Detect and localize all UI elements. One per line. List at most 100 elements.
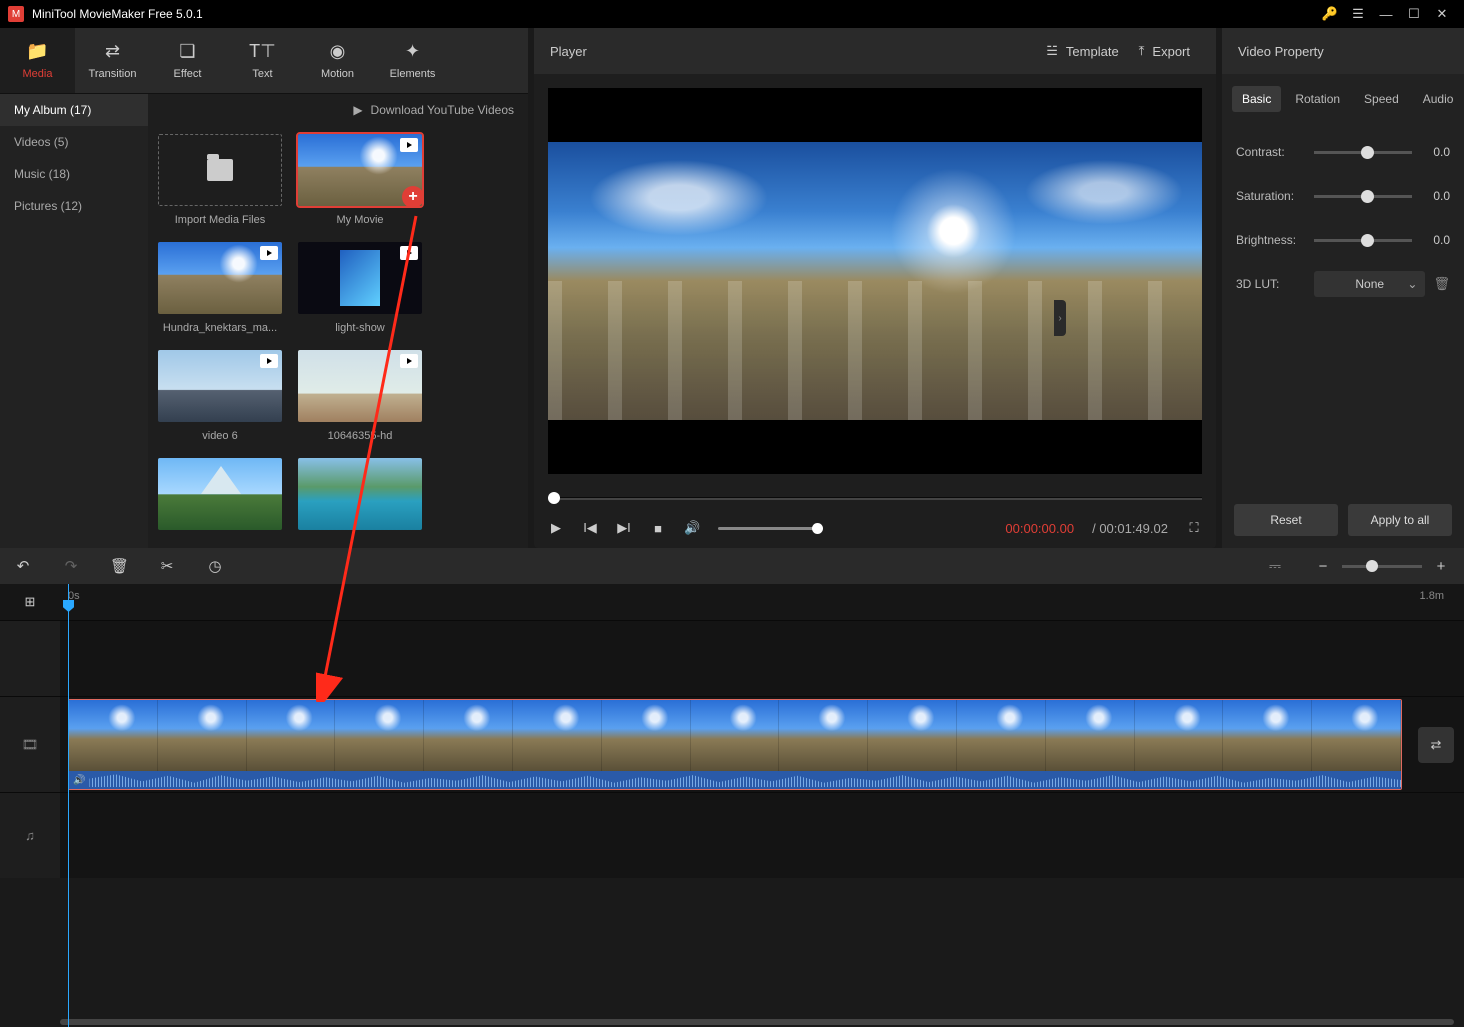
playhead[interactable] xyxy=(68,584,69,1027)
zoom-in-button[interactable]: + xyxy=(1432,558,1450,575)
add-track-button[interactable]: ⊞ xyxy=(0,584,60,620)
maximize-icon[interactable]: ☐ xyxy=(1400,0,1428,28)
brightness-slider[interactable] xyxy=(1314,239,1412,242)
transition-icon: ⇄ xyxy=(105,41,120,62)
seek-bar[interactable] xyxy=(548,488,1202,508)
timeline-scrollbar[interactable] xyxy=(0,1017,1464,1027)
saturation-slider[interactable] xyxy=(1314,195,1412,198)
zoom-out-button[interactable]: − xyxy=(1314,558,1332,575)
tab-label: Transition xyxy=(89,68,137,80)
player-viewport[interactable] xyxy=(548,88,1202,474)
tab-transition[interactable]: ⇄ Transition xyxy=(75,28,150,93)
media-item[interactable] xyxy=(158,458,282,538)
zoom-slider[interactable] xyxy=(1342,565,1422,568)
brightness-label: Brightness: xyxy=(1236,233,1306,247)
media-label: 10646355-hd xyxy=(328,430,393,442)
contrast-label: Contrast: xyxy=(1236,145,1306,159)
expand-props-handle[interactable]: › xyxy=(1054,300,1066,336)
tab-speed[interactable]: Speed xyxy=(1354,86,1409,112)
app-title: MiniTool MovieMaker Free 5.0.1 xyxy=(32,7,203,21)
tab-motion[interactable]: ◉ Motion xyxy=(300,28,375,93)
video-track-icon: 🎞 xyxy=(0,697,60,792)
split-button[interactable]: ✂ xyxy=(158,557,176,575)
import-media-tile[interactable]: Import Media Files xyxy=(158,134,282,226)
music-track-icon: ♫ xyxy=(0,793,60,878)
media-item[interactable]: video 6 xyxy=(158,350,282,442)
saturation-label: Saturation: xyxy=(1236,189,1306,203)
youtube-icon: ▶ xyxy=(353,103,362,117)
reset-button[interactable]: Reset xyxy=(1234,504,1338,536)
media-label: Hundra_knektars_ma... xyxy=(163,322,277,334)
tab-audio[interactable]: Audio xyxy=(1413,86,1464,112)
lut-select[interactable]: None xyxy=(1314,271,1425,297)
play-button[interactable]: ▶ xyxy=(548,520,564,536)
template-label: Template xyxy=(1066,44,1119,59)
video-clip[interactable]: 🔊 xyxy=(68,699,1402,790)
media-item[interactable] xyxy=(298,458,422,538)
tab-rotation[interactable]: Rotation xyxy=(1285,86,1350,112)
album-pictures[interactable]: Pictures (12) xyxy=(0,190,148,222)
app-logo: M xyxy=(8,6,24,22)
video-badge-icon xyxy=(400,354,418,368)
folder-icon xyxy=(207,159,233,181)
fullscreen-button[interactable]: ⛶ xyxy=(1186,520,1202,536)
text-icon: T⊤ xyxy=(249,41,276,62)
add-to-timeline-button[interactable]: + xyxy=(402,186,422,206)
volume-slider[interactable] xyxy=(718,527,818,530)
album-music[interactable]: Music (18) xyxy=(0,158,148,190)
delete-button[interactable]: 🗑 xyxy=(110,557,128,575)
timeline-snap-icon[interactable]: ⎓ xyxy=(1266,558,1284,575)
export-icon: ⤒ xyxy=(1139,43,1145,59)
export-label: Export xyxy=(1152,44,1190,59)
volume-icon[interactable]: 🔊 xyxy=(684,520,700,536)
tab-label: Media xyxy=(23,68,53,80)
brightness-value: 0.0 xyxy=(1420,233,1450,247)
tab-basic[interactable]: Basic xyxy=(1232,86,1281,112)
media-item[interactable]: 10646355-hd xyxy=(298,350,422,442)
next-frame-button[interactable]: ▶I xyxy=(616,520,632,536)
media-grid: Import Media Files + My Movie Hundra_kne… xyxy=(148,126,528,548)
tab-text[interactable]: T⊤ Text xyxy=(225,28,300,93)
tab-media[interactable]: 📁 Media xyxy=(0,28,75,93)
timeline-toolbar: ↶ ↷ 🗑 ✂ ◷ ⎓ − + xyxy=(0,548,1464,584)
swap-track-button[interactable]: ⇄ xyxy=(1418,727,1454,763)
tool-tabs: 📁 Media ⇄ Transition ❏ Effect T⊤ Text ◉ … xyxy=(0,28,528,94)
video-badge-icon xyxy=(260,354,278,368)
apply-all-button[interactable]: Apply to all xyxy=(1348,504,1452,536)
license-key-icon[interactable]: 🔑 xyxy=(1316,0,1344,28)
album-my-album[interactable]: My Album (17) xyxy=(0,94,148,126)
props-title: Video Property xyxy=(1222,28,1464,74)
stop-button[interactable]: ■ xyxy=(650,521,666,536)
media-item[interactable]: light-show xyxy=(298,242,422,334)
folder-icon: 📁 xyxy=(26,41,48,62)
close-icon[interactable]: ✕ xyxy=(1428,0,1456,28)
album-videos[interactable]: Videos (5) xyxy=(0,126,148,158)
contrast-value: 0.0 xyxy=(1420,145,1450,159)
template-button[interactable]: ☱ Template xyxy=(1036,43,1128,59)
contrast-slider[interactable] xyxy=(1314,151,1412,154)
clip-audio-waveform: 🔊 xyxy=(69,771,1401,789)
lut-delete-icon[interactable]: 🗑 xyxy=(1433,276,1450,292)
title-bar: M MiniTool MovieMaker Free 5.0.1 🔑 ☰ — ☐… xyxy=(0,0,1464,28)
redo-button[interactable]: ↷ xyxy=(62,557,80,575)
lut-label: 3D LUT: xyxy=(1236,277,1306,291)
video-track[interactable]: 🎞 🔊 ⇄ xyxy=(0,696,1464,792)
tab-label: Effect xyxy=(174,68,202,80)
prev-frame-button[interactable]: I◀ xyxy=(582,520,598,536)
tab-effect[interactable]: ❏ Effect xyxy=(150,28,225,93)
download-youtube-link[interactable]: ▶ Download YouTube Videos xyxy=(353,103,514,117)
menu-icon[interactable]: ☰ xyxy=(1344,0,1372,28)
music-track[interactable]: ♫ xyxy=(0,792,1464,878)
media-item[interactable]: Hundra_knektars_ma... xyxy=(158,242,282,334)
export-button[interactable]: ⤒ Export xyxy=(1129,43,1200,59)
media-panel: 📁 Media ⇄ Transition ❏ Effect T⊤ Text ◉ … xyxy=(0,28,528,548)
video-badge-icon xyxy=(260,246,278,260)
media-item[interactable]: + My Movie xyxy=(298,134,422,226)
motion-icon: ◉ xyxy=(330,41,346,62)
undo-button[interactable]: ↶ xyxy=(14,557,32,575)
timeline-ruler[interactable]: ⊞ 0s 1.8m xyxy=(0,584,1464,620)
tab-elements[interactable]: ✦ Elements xyxy=(375,28,450,93)
video-badge-icon xyxy=(400,138,418,152)
speed-button[interactable]: ◷ xyxy=(206,557,224,575)
minimize-icon[interactable]: — xyxy=(1372,0,1400,28)
